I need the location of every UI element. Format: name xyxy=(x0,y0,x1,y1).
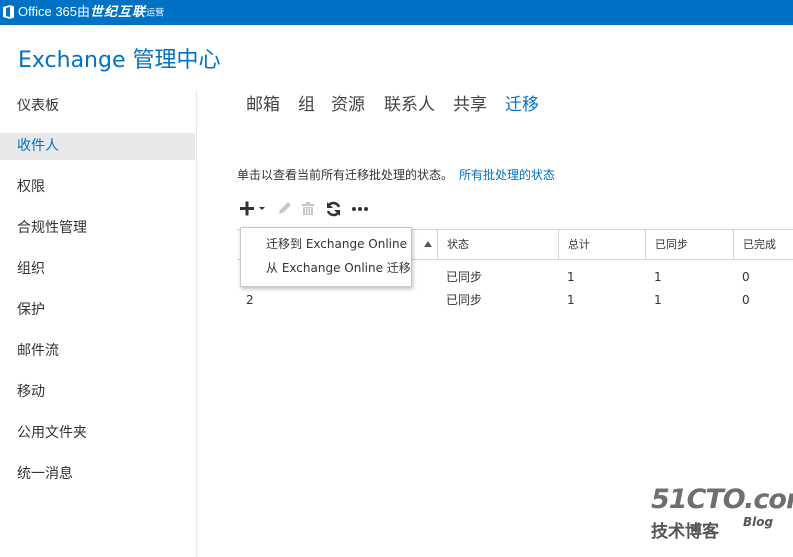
trash-icon xyxy=(302,202,314,215)
column-header-status[interactable]: 状态 xyxy=(437,230,558,259)
watermark-blog: Blog xyxy=(743,515,774,529)
brand-text: Office 365由世纪互联运营 xyxy=(18,4,164,21)
tab-migration[interactable]: 迁移 xyxy=(505,94,539,116)
plus-icon xyxy=(240,201,265,216)
tab-resources[interactable]: 资源 xyxy=(331,94,365,116)
brand-by: 由 xyxy=(77,4,91,19)
tab-contacts[interactable]: 联系人 xyxy=(384,94,435,116)
refresh-icon xyxy=(326,201,341,217)
menu-item-migrate-to-exchange-online[interactable]: 迁移到 Exchange Online xyxy=(241,233,411,255)
pencil-icon xyxy=(279,202,291,214)
more-button[interactable] xyxy=(351,199,369,219)
brand-office: Office 365 xyxy=(18,4,78,19)
nav-item-compliance[interactable]: 合规性管理 xyxy=(0,215,195,242)
add-button[interactable] xyxy=(239,199,269,219)
nav-item-mobile[interactable]: 移动 xyxy=(0,379,195,406)
nav-divider xyxy=(196,90,197,557)
all-batches-status-link[interactable]: 所有批处理的状态 xyxy=(459,168,555,182)
brand-company: 世纪互联 xyxy=(90,4,147,19)
info-text: 单击以查看当前所有迁移批处理的状态。 xyxy=(237,168,454,182)
nav-item-dashboard[interactable]: 仪表板 xyxy=(0,93,195,120)
column-header-completed[interactable]: 已完成 xyxy=(733,230,793,259)
row-total: 1 xyxy=(567,293,575,307)
row-synced: 1 xyxy=(654,270,662,284)
row-completed: 0 xyxy=(742,270,750,284)
watermark-51cto: 51CTO.com 技术博客 Blog xyxy=(647,484,793,544)
edit-button[interactable] xyxy=(276,199,294,219)
nav-item-protection[interactable]: 保护 xyxy=(0,297,195,324)
delete-button[interactable] xyxy=(300,199,316,219)
info-line: 单击以查看当前所有迁移批处理的状态。 所有批处理的状态 xyxy=(237,167,555,183)
watermark-main: 51CTO.com xyxy=(651,484,793,515)
watermark-sub: 技术博客 xyxy=(651,522,719,542)
nav-item-mail-flow[interactable]: 邮件流 xyxy=(0,338,195,365)
add-dropdown-menu: 迁移到 Exchange Online 从 Exchange Online 迁移 xyxy=(240,227,412,287)
tab-mailboxes[interactable]: 邮箱 xyxy=(246,94,280,116)
top-brand-bar: Office 365由世纪互联运营 xyxy=(0,0,793,25)
nav-item-public-folders[interactable]: 公用文件夹 xyxy=(0,420,195,447)
nav-item-unified-messaging[interactable]: 统一消息 xyxy=(0,461,195,488)
column-header-total[interactable]: 总计 xyxy=(558,230,645,259)
row-completed: 0 xyxy=(742,293,750,307)
row-synced: 1 xyxy=(654,293,662,307)
app-title: Exchange 管理中心 xyxy=(18,48,221,73)
sort-ascending-icon[interactable] xyxy=(423,240,433,248)
row-status: 已同步 xyxy=(446,293,483,307)
nav-item-recipients[interactable]: 收件人 xyxy=(0,133,195,160)
row-status: 已同步 xyxy=(446,270,483,284)
ellipsis-icon xyxy=(352,207,368,211)
office-logo-icon xyxy=(3,5,14,19)
tab-groups[interactable]: 组 xyxy=(298,94,315,116)
brand-suffix: 运营 xyxy=(146,7,165,18)
row-name: 2 xyxy=(246,293,254,307)
nav-item-organization[interactable]: 组织 xyxy=(0,256,195,283)
tab-shared[interactable]: 共享 xyxy=(453,94,487,116)
row-total: 1 xyxy=(567,270,575,284)
column-header-synced[interactable]: 已同步 xyxy=(645,230,733,259)
refresh-button[interactable] xyxy=(325,199,343,219)
nav-item-permissions[interactable]: 权限 xyxy=(0,174,195,201)
menu-item-migrate-from-exchange-online[interactable]: 从 Exchange Online 迁移 xyxy=(241,257,411,279)
